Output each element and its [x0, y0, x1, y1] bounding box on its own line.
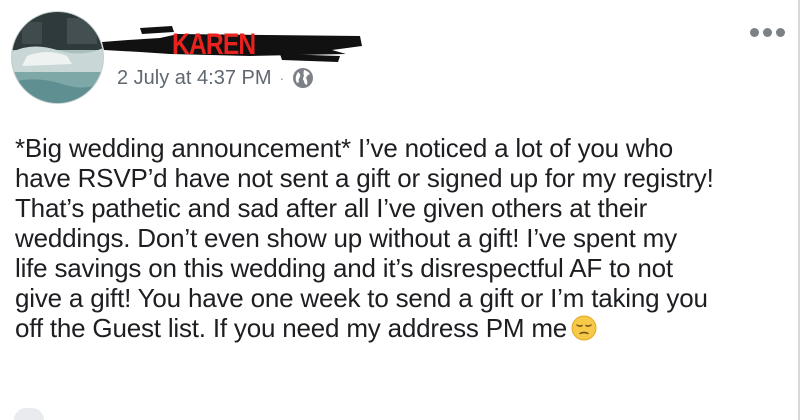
more-dot: [750, 27, 759, 37]
post-meta: 2 July at 4:37 PM ·: [117, 64, 314, 92]
post-body-last-line: off the Guest list. If you need my addre…: [15, 313, 795, 343]
facebook-post: KAREN 2 July at 4:37 PM · *Big wedding a…: [0, 0, 800, 420]
meta-separator: ·: [279, 70, 285, 86]
post-body: *Big wedding announcement* I’ve noticed …: [15, 133, 795, 343]
post-body-line: life savings on this wedding and it’s di…: [15, 253, 673, 283]
more-options-icon[interactable]: [750, 26, 790, 38]
avatar[interactable]: [11, 11, 104, 104]
more-dot: [763, 27, 772, 37]
more-dot: [776, 27, 785, 37]
pensive-face-emoji: [571, 315, 597, 341]
post-body-line: off the Guest list. If you need my addre…: [15, 313, 568, 343]
avatar-photo: [12, 12, 103, 103]
globe-icon[interactable]: [292, 67, 314, 89]
post-body-line: That’s pathetic and sad after all I’ve g…: [15, 193, 648, 223]
author-name-area[interactable]: KAREN: [100, 20, 370, 66]
author-name[interactable]: KAREN: [172, 30, 256, 60]
post-timestamp[interactable]: 2 July at 4:37 PM: [117, 67, 272, 90]
next-element-edge: [14, 408, 44, 420]
post-body-line: weddings. Don’t even show up without a g…: [15, 223, 677, 253]
post-body-line: *Big wedding announcement* I’ve noticed …: [15, 133, 674, 163]
post-body-line: give a gift! You have one week to send a…: [15, 283, 708, 313]
post-body-line: have RSVP’d have not sent a gift or sign…: [15, 163, 714, 193]
